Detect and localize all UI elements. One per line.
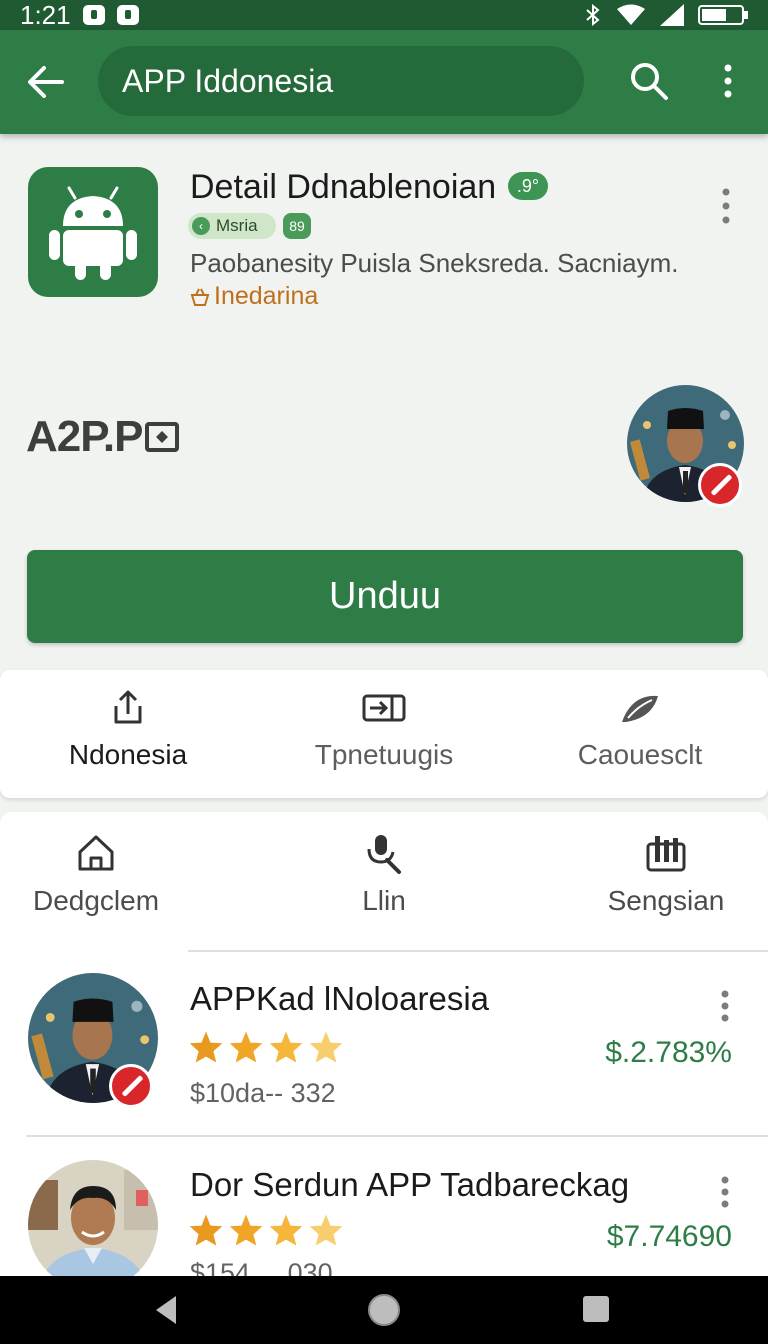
star-icon — [189, 1214, 223, 1246]
title-badge: .9° — [508, 172, 548, 200]
download-button[interactable]: Unduu — [27, 550, 743, 643]
star-icon — [269, 1214, 303, 1246]
more-vert-icon[interactable] — [712, 184, 740, 228]
tab-tpnetuugis[interactable]: Tpnetuugis — [256, 670, 512, 798]
tabs-card: Ndonesia Tpnetuugis Caouesclt — [0, 670, 768, 798]
category-chip[interactable]: ‹ Msria — [188, 213, 276, 239]
basket-icon — [190, 288, 210, 306]
tab-caouesclt[interactable]: Caouesclt — [512, 670, 768, 798]
status-time: 1:21 — [20, 0, 71, 30]
star-icon — [269, 1031, 303, 1063]
star-icon — [229, 1031, 263, 1063]
nav-label: Dedgclem — [32, 885, 160, 916]
wifi-icon — [617, 4, 645, 25]
star-icon — [309, 1031, 343, 1063]
app-description: Paobanesity Puisla Sneksreda. Sacniaym. — [190, 248, 679, 278]
home-icon — [78, 835, 114, 871]
edit-badge-icon — [698, 463, 742, 507]
person-avatar-image — [28, 1160, 158, 1290]
list-item-price: $.2.783% — [605, 1036, 732, 1069]
list-item-title: APPKad lNoloaresia — [190, 980, 489, 1017]
app-tag-label: Inedarina — [214, 282, 319, 310]
search-icon[interactable] — [628, 60, 670, 102]
more-vert-icon[interactable] — [714, 988, 736, 1024]
divider — [26, 1135, 768, 1137]
tab-label: Caouesclt — [577, 739, 703, 770]
mic-search-icon — [367, 835, 401, 874]
list-item-price: $7.74690 — [606, 1220, 732, 1253]
rating-stars — [188, 1213, 344, 1247]
chevron-left-icon: ‹ — [192, 217, 210, 235]
app-icon — [28, 167, 158, 297]
search-text: APP Iddonesia — [122, 63, 334, 99]
leaf-icon — [622, 695, 658, 722]
nav-home-icon[interactable] — [366, 1292, 402, 1328]
notification-icon — [116, 5, 139, 25]
battery-icon — [698, 5, 748, 25]
brand-box-icon — [144, 422, 179, 452]
system-nav-bar — [0, 1276, 768, 1344]
search-bar[interactable]: APP Iddonesia — [98, 46, 584, 116]
nav-label: Sengsian — [607, 885, 725, 916]
app-title: Detail Ddnablenoian — [190, 168, 497, 206]
nav-recents-icon[interactable] — [582, 1295, 610, 1323]
nav-item-stats[interactable]: Sengsian — [570, 812, 762, 942]
divider — [188, 950, 768, 952]
list-item-title: Dor Serdun APP Tadbareckag — [190, 1166, 630, 1203]
star-icon — [309, 1214, 343, 1246]
bluetooth-icon — [586, 4, 600, 26]
age-badge: 89 — [283, 213, 311, 239]
android-icon — [49, 186, 137, 280]
back-arrow-icon[interactable] — [24, 60, 68, 104]
brand-text: A2P.P — [26, 412, 143, 461]
tab-ndonesia[interactable]: Ndonesia — [0, 670, 256, 798]
star-icon — [189, 1031, 223, 1063]
share-icon — [114, 690, 142, 724]
star-icon — [229, 1214, 263, 1246]
nav-back-icon[interactable] — [152, 1294, 180, 1326]
brand-logo: A2P.P — [26, 412, 179, 462]
edit-badge-icon — [109, 1064, 153, 1108]
chart-icon — [646, 836, 686, 872]
list-item-meta: $10da-- 332 — [190, 1078, 336, 1108]
more-vert-icon[interactable] — [714, 1174, 736, 1210]
app-tag: Inedarina — [190, 282, 318, 311]
tab-label: Ndonesia — [68, 739, 188, 770]
status-bar: 1:21 — [0, 0, 768, 30]
nav-item-home[interactable]: Dedgclem — [0, 812, 192, 942]
more-vert-icon[interactable] — [712, 60, 744, 102]
list-item-avatar — [28, 1160, 158, 1290]
rating-stars — [188, 1030, 344, 1064]
chip-label: Msria — [216, 216, 258, 235]
ticket-icon — [362, 694, 406, 722]
notification-icon — [82, 5, 105, 25]
tab-label: Tpnetuugis — [314, 739, 454, 770]
signal-icon — [660, 4, 684, 26]
nav-label: Llin — [362, 885, 406, 916]
nav-item-search[interactable]: Llin — [288, 812, 480, 942]
